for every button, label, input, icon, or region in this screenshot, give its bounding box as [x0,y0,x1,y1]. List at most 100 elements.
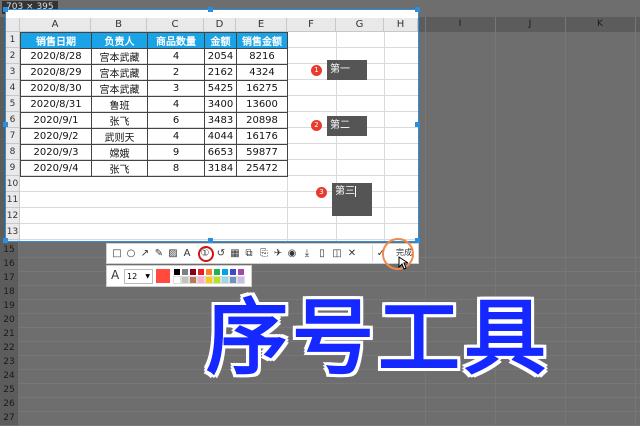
cell-quantity[interactable]: 4 [147,128,205,145]
color-swatch[interactable] [222,269,228,275]
color-swatch[interactable] [230,269,236,275]
color-swatch[interactable] [174,269,180,275]
download-tool[interactable]: ⤓ [300,246,314,261]
row-header[interactable]: 10 [6,176,20,192]
capture-region[interactable]: ABCDEFGH1234567891011121314 销售日期 负责人 商品数… [6,10,418,241]
cell-amount[interactable]: 6653 [204,144,237,161]
cell-date[interactable]: 2020/8/28 [20,48,92,65]
font-size-select[interactable]: 12 ▼ [124,269,153,284]
copy-tool[interactable]: ⧉ [242,246,256,261]
cell-sales-amount[interactable]: 4324 [236,64,288,81]
cell-owner[interactable]: 宫本武藏 [91,48,148,65]
translate-tool[interactable]: ⎘ [257,246,271,261]
cell-sales-amount[interactable]: 59877 [236,144,288,161]
cell-date[interactable]: 2020/8/29 [20,64,92,81]
row-header[interactable]: 3 [6,64,20,80]
text-tool[interactable]: A [180,246,194,261]
cell-date[interactable]: 2020/8/30 [20,80,92,97]
resize-handle-right[interactable] [415,122,420,127]
resize-handle-bottom-left[interactable] [3,238,8,243]
color-swatch[interactable] [221,276,229,284]
bookmark-tool[interactable]: ◫ [330,246,344,261]
row-header[interactable]: 2 [6,48,20,64]
annotation-box-1[interactable]: 第一 [327,60,367,80]
save-tool[interactable]: ▯ [315,246,329,261]
selected-color-swatch[interactable] [156,269,170,283]
column-header-h[interactable]: H [384,18,418,32]
mosaic-tool[interactable]: ▨ [166,246,180,261]
cell-date[interactable]: 2020/9/1 [20,112,92,129]
number-badge-3[interactable]: 3 [316,187,327,198]
cell-owner[interactable]: 张飞 [91,112,148,129]
cell-owner[interactable]: 鲁班 [91,96,148,113]
color-swatch[interactable] [173,276,181,284]
select-all-corner[interactable] [6,18,20,32]
pin-tool[interactable]: ✈ [271,246,285,261]
resize-handle-top-right[interactable] [415,7,420,12]
row-header[interactable]: 9 [6,160,20,176]
column-header-g[interactable]: G [336,18,384,32]
color-swatch[interactable] [214,269,220,275]
cell-date[interactable]: 2020/9/4 [20,160,92,177]
column-header-e[interactable]: E [236,18,287,32]
row-header[interactable]: 7 [6,128,20,144]
cell-amount[interactable]: 4044 [204,128,237,145]
color-swatch[interactable] [181,276,189,284]
color-swatch[interactable] [198,269,204,275]
cell-owner[interactable]: 宫本武藏 [91,80,148,97]
cell-owner[interactable]: 张飞 [91,160,148,177]
close-tool[interactable]: ✕ [345,246,359,261]
row-header[interactable]: 6 [6,112,20,128]
cell-date[interactable]: 2020/8/31 [20,96,92,113]
cell-amount[interactable]: 3400 [204,96,237,113]
color-swatch[interactable] [197,276,205,284]
cell-sales-amount[interactable]: 16176 [236,128,288,145]
cell-amount[interactable]: 3483 [204,112,237,129]
color-swatch[interactable] [229,276,237,284]
cell-sales-amount[interactable]: 13600 [236,96,288,113]
resize-handle-top[interactable] [208,7,213,12]
cell-sales-amount[interactable]: 8216 [236,48,288,65]
color-swatch[interactable] [213,276,221,284]
cell-quantity[interactable]: 4 [147,48,205,65]
record-tool[interactable]: ◉ [285,246,299,261]
color-swatch[interactable] [206,269,212,275]
color-swatch[interactable] [238,269,244,275]
cell-quantity[interactable]: 2 [147,64,205,81]
cell-owner[interactable]: 宫本武藏 [91,64,148,81]
cell-amount[interactable]: 5425 [204,80,237,97]
row-header[interactable]: 11 [6,192,20,208]
cell-owner[interactable]: 嫦娥 [91,144,148,161]
cell-amount[interactable]: 2054 [204,48,237,65]
row-header[interactable]: 5 [6,96,20,112]
row-header[interactable]: 8 [6,144,20,160]
row-header[interactable]: 13 [6,224,20,240]
ellipse-tool[interactable]: ○ [124,246,138,261]
ocr-tool[interactable]: ▦ [228,246,242,261]
number-badge-1[interactable]: 1 [311,65,322,76]
cell-quantity[interactable]: 3 [147,80,205,97]
annotation-text-3[interactable]: 第三 [335,186,355,197]
resize-handle-left[interactable] [3,122,8,127]
cell-quantity[interactable]: 6 [147,112,205,129]
row-header[interactable]: 14 [6,240,20,241]
color-swatch[interactable] [189,276,197,284]
cell-quantity[interactable]: 4 [147,96,205,113]
rectangle-tool[interactable]: □ [110,246,124,261]
cell-owner[interactable]: 武则天 [91,128,148,145]
cell-quantity[interactable]: 8 [147,160,205,177]
pencil-tool[interactable]: ✎ [152,246,166,261]
color-swatch[interactable] [237,276,245,284]
row-header[interactable]: 4 [6,80,20,96]
cell-sales-amount[interactable]: 20898 [236,112,288,129]
cell-amount[interactable]: 2162 [204,64,237,81]
cell-date[interactable]: 2020/9/2 [20,128,92,145]
column-header-b[interactable]: B [91,18,147,32]
column-header-a[interactable]: A [20,18,91,32]
undo-tool[interactable]: ↺ [214,246,228,261]
color-swatch[interactable] [205,276,213,284]
arrow-tool[interactable]: ↗ [138,246,152,261]
resize-handle-top-left[interactable] [3,7,8,12]
annotation-box-3[interactable]: 第三 [332,183,372,216]
cell-sales-amount[interactable]: 16275 [236,80,288,97]
